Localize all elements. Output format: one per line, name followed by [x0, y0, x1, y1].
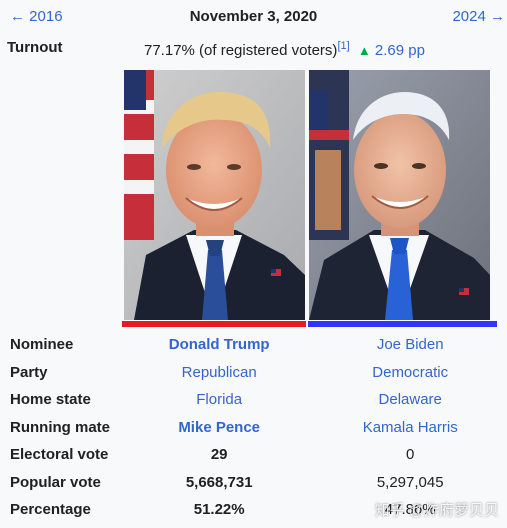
biden-party[interactable]: Democratic [313, 359, 507, 387]
table-row: Popular vote 5,668,731 5,297,045 [0, 469, 507, 497]
biden-electoral-vote: 0 [406, 446, 415, 464]
trump-nominee[interactable]: Donald Trump [125, 331, 313, 359]
biden-portrait-image [309, 70, 490, 320]
next-election-link[interactable]: 2024 → [452, 8, 505, 25]
trump-percentage: 51.22% [193, 501, 245, 519]
biden-home-state[interactable]: Delaware [313, 386, 507, 414]
biden-nominee-link[interactable]: Joe Biden [377, 336, 444, 353]
turnout-percentage: 77.17% (of registered voters) [144, 42, 338, 59]
trump-electoral-vote: 29 [210, 446, 228, 464]
democratic-color-bar [308, 321, 497, 327]
trump-party[interactable]: Republican [125, 359, 313, 387]
turnout-label: Turnout [7, 39, 63, 56]
row-label-running-mate: Running mate [10, 418, 110, 436]
biden-nominee[interactable]: Joe Biden [313, 331, 507, 359]
florida-link[interactable]: Florida [196, 391, 242, 408]
trump-popular-vote: 5,668,731 [185, 473, 253, 491]
results-table: Nominee Donald Trump Joe Biden Party Rep… [0, 331, 507, 524]
mike-pence-link[interactable]: Mike Pence [178, 419, 260, 436]
turnout-row: Turnout 77.17% (of registered voters)[1]… [0, 36, 507, 62]
trump-portrait[interactable] [124, 70, 305, 320]
table-row: Running mate Mike Pence Kamala Harris [0, 414, 507, 442]
row-label-party: Party [10, 363, 48, 381]
row-label-nominee: Nominee [10, 336, 74, 354]
trump-portrait-image [124, 70, 305, 320]
watermark: 知乎 @炸府萝贝贝 [374, 502, 499, 519]
democratic-party-link[interactable]: Democratic [372, 364, 448, 381]
row-label-popular-vote: Popular vote [10, 473, 101, 491]
row-label-electoral-vote: Electoral vote [10, 446, 109, 464]
delaware-link[interactable]: Delaware [379, 391, 442, 408]
turnout-change-link[interactable]: 2.69 pp [375, 42, 425, 59]
citation-link[interactable]: [1] [337, 40, 349, 52]
election-navigation: ← 2016 November 3, 2020 2024 → [0, 0, 507, 34]
row-label-home-state: Home state [10, 391, 91, 409]
turnout-value: 77.17% (of registered voters)[1] ▲ 2.69 … [144, 40, 425, 59]
table-row: Party Republican Democratic [0, 359, 507, 387]
trump-home-state[interactable]: Florida [125, 386, 313, 414]
table-row: Electoral vote 29 0 [0, 441, 507, 469]
biden-portrait[interactable] [309, 70, 490, 320]
table-row: Nominee Donald Trump Joe Biden [0, 331, 507, 359]
row-label-percentage: Percentage [10, 501, 91, 519]
increase-arrow-icon: ▲ [357, 43, 371, 58]
biden-running-mate[interactable]: Kamala Harris [313, 414, 507, 442]
kamala-harris-link[interactable]: Kamala Harris [363, 419, 458, 436]
republican-color-bar [122, 321, 306, 327]
republican-party-link[interactable]: Republican [182, 364, 257, 381]
biden-popular-vote: 5,297,045 [376, 473, 444, 491]
table-row: Home state Florida Delaware [0, 386, 507, 414]
election-date: November 3, 2020 [189, 8, 318, 25]
trump-nominee-link[interactable]: Donald Trump [169, 336, 270, 353]
trump-running-mate[interactable]: Mike Pence [125, 414, 313, 442]
